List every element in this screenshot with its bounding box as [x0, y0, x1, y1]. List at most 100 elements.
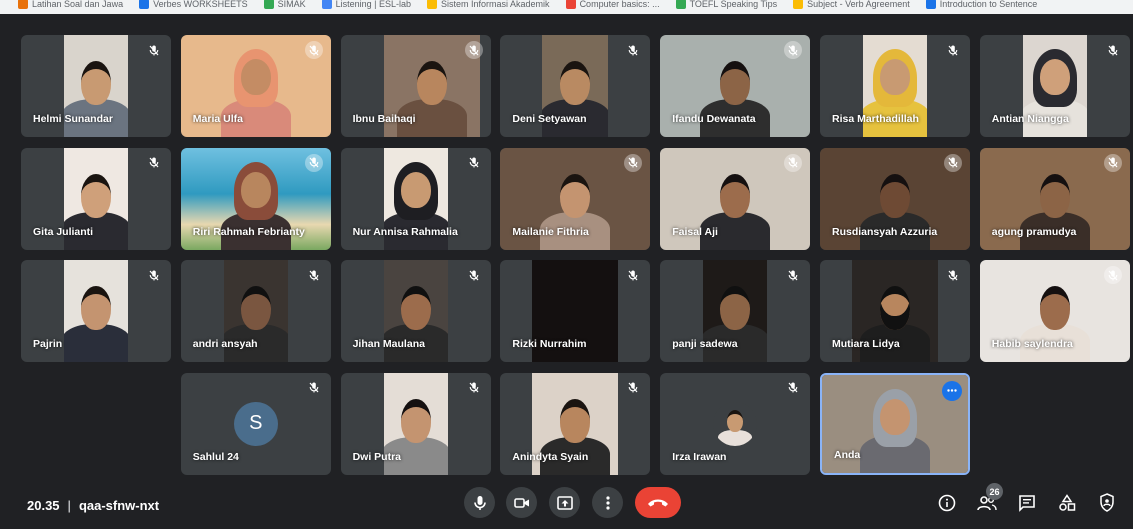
participant-tile[interactable]: Ibnu Baihaqi [340, 35, 491, 137]
info-button[interactable] [936, 492, 958, 514]
participant-tile[interactable]: agung pramudya [979, 147, 1130, 250]
bookmark-item[interactable]: Sistem Informasi Akademik [427, 0, 550, 9]
bookmarks-bar: Latihan Soal dan Jawa Verbes WORKSHEETS SI… [0, 0, 1133, 14]
participant-face [81, 286, 111, 331]
bookmark-label: TOEFL Speaking Tips [689, 0, 778, 9]
participant-face [1039, 59, 1070, 95]
participant-face [720, 286, 751, 331]
participant-face [1039, 286, 1070, 331]
activities-icon [1059, 494, 1076, 511]
more-horizontal-icon [947, 389, 957, 392]
muted-mic-icon [145, 266, 163, 284]
muted-mic-icon [944, 41, 962, 59]
participant-tile[interactable]: Deni Setyawan [500, 35, 651, 137]
participant-tile[interactable]: Dwi Putra [340, 372, 491, 475]
self-video-tile[interactable]: Anda [819, 372, 970, 475]
mic-button[interactable] [464, 487, 495, 518]
bookmark-favicon-icon [925, 0, 936, 9]
host-controls-button[interactable] [1096, 492, 1118, 514]
participant-tile[interactable]: Nur Annisa Rahmalia [340, 147, 491, 250]
muted-mic-icon [305, 379, 323, 397]
bookmark-item[interactable]: Introduction to Sentence [925, 0, 1038, 9]
chat-button[interactable] [1016, 492, 1038, 514]
participant-face [560, 173, 591, 218]
participant-face [879, 398, 910, 435]
bookmark-label: Latihan Soal dan Jawa [32, 0, 124, 9]
participant-tile[interactable]: Ifandu Dewanata [660, 35, 811, 137]
bookmark-label: SIMAK [277, 0, 306, 9]
participant-face [240, 59, 271, 95]
bookmark-item[interactable]: SIMAK [263, 0, 306, 9]
participant-name: Dwi Putra [352, 450, 402, 463]
participant-name: Mailanie Fithria [512, 225, 589, 238]
participant-tile[interactable]: Gita Julianti [21, 147, 171, 250]
participant-tile[interactable]: S Sahlul 24 [180, 372, 331, 475]
end-call-icon [648, 499, 668, 506]
participant-tile[interactable]: panji sadewa [660, 260, 811, 363]
bookmark-item[interactable]: Computer basics: ... [565, 0, 660, 9]
bookmark-favicon-icon [675, 0, 686, 9]
participant-face [400, 286, 431, 331]
participant-silhouette [718, 429, 753, 446]
participant-tile[interactable]: Mutiara Lidya [819, 260, 970, 363]
participant-tile[interactable]: Jihan Maulana [340, 260, 491, 363]
participant-tile[interactable]: Anindyta Syain [500, 372, 651, 475]
muted-mic-icon [624, 379, 642, 397]
participant-face [879, 286, 910, 331]
self-tile-options-button[interactable] [941, 380, 962, 401]
participant-tile[interactable]: Helmi Sunandar [21, 35, 171, 137]
bookmark-item[interactable]: TOEFL Speaking Tips [675, 0, 778, 9]
meeting-separator: | [67, 498, 71, 513]
participant-name: Sahlul 24 [192, 450, 239, 463]
participant-tile[interactable]: Pajrin [21, 260, 171, 363]
muted-mic-icon [305, 266, 323, 284]
participant-name: agung pramudya [991, 225, 1077, 238]
participant-tile[interactable]: Mailanie Fithria [500, 147, 651, 250]
bookmark-item[interactable]: Latihan Soal dan Jawa [18, 0, 123, 9]
muted-mic-icon [784, 379, 802, 397]
muted-mic-icon [784, 153, 803, 172]
activities-button[interactable] [1056, 492, 1078, 514]
more-options-icon [605, 495, 610, 510]
meeting-code[interactable]: qaa-sfnw-nxt [79, 498, 159, 513]
participant-tile[interactable]: Antian Niangga [979, 35, 1130, 137]
participant-tile[interactable]: Rizki Nurrahim [500, 260, 651, 363]
participant-tile[interactable]: Rusdiansyah Azzuria [819, 147, 970, 250]
bookmark-label: Introduction to Sentence [939, 0, 1038, 9]
participant-tile[interactable]: andri ansyah [180, 260, 331, 363]
participant-name: Anindyta Syain [512, 450, 589, 463]
end-call-button[interactable] [635, 487, 681, 518]
mic-icon [473, 495, 486, 510]
muted-mic-icon [304, 153, 323, 172]
participant-face [416, 61, 447, 105]
participant-tile[interactable]: Maria Ulfa [180, 35, 331, 137]
bookmark-favicon-icon [18, 0, 28, 9]
participant-name: Rusdiansyah Azzuria [831, 225, 938, 238]
participant-tile[interactable]: Risa Marthadillah [819, 35, 970, 137]
participant-tile[interactable]: Habib saylendra [979, 260, 1130, 363]
participant-tile[interactable]: Faisal Aji [660, 147, 811, 250]
camera-button[interactable] [506, 487, 537, 518]
participant-name: Ibnu Baihaqi [352, 113, 416, 125]
participant-name: Anda [833, 448, 861, 461]
muted-mic-icon [464, 41, 483, 59]
participant-face [560, 61, 591, 105]
participant-tile[interactable]: Riri Rahmah Febrianty [180, 147, 331, 250]
info-icon [938, 494, 956, 512]
bookmark-favicon-icon [565, 0, 576, 9]
more-options-button[interactable] [592, 487, 623, 518]
bookmark-favicon-icon [139, 0, 150, 9]
bookmark-item[interactable]: Subject - Verb Agreement [793, 0, 910, 9]
participant-tile[interactable]: Irza Irawan [660, 372, 811, 475]
bookmark-item[interactable]: Listening | ESL-lab [321, 0, 411, 9]
muted-mic-icon [624, 153, 643, 172]
participant-face [400, 398, 431, 443]
participant-name: panji sadewa [672, 338, 738, 351]
bookmark-item[interactable]: Verbes WORKSHEETS [139, 0, 248, 9]
bookmark-favicon-icon [793, 0, 804, 9]
participant-face [560, 398, 591, 443]
participant-name: Helmi Sunandar [33, 113, 113, 125]
participant-grid: Helmi Sunandar Maria Ulfa Ibnu Baihaqi Deni… [21, 35, 1130, 475]
muted-mic-icon [145, 41, 163, 59]
present-button[interactable] [549, 487, 580, 518]
